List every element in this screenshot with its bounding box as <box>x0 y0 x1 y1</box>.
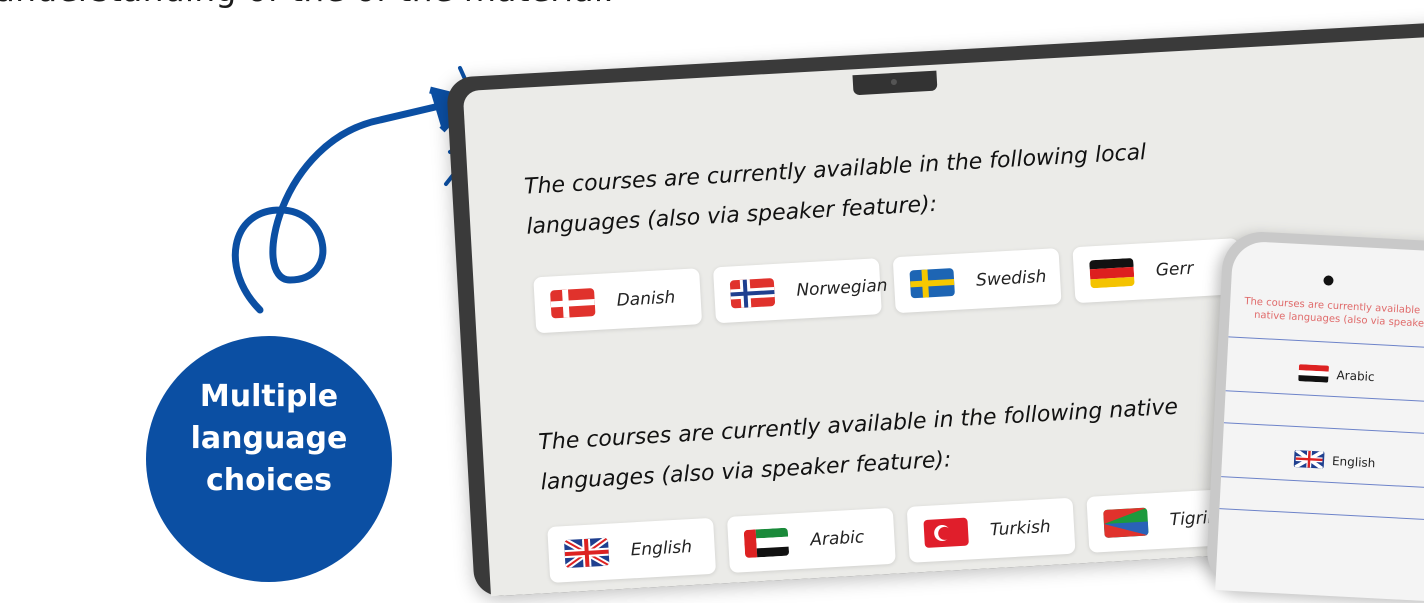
language-chip-danish[interactable]: Danish <box>533 268 703 334</box>
danish-flag-icon <box>550 288 596 319</box>
badge-line2: language <box>190 421 348 456</box>
german-flag-icon <box>1089 257 1135 289</box>
phone-divider <box>1219 508 1424 523</box>
badge-line3: choices <box>205 463 333 498</box>
phone-mockup: The courses are currently available in t… <box>1205 230 1424 603</box>
eritrean-flag-icon <box>1103 507 1149 538</box>
phone-divider <box>1221 476 1424 491</box>
local-languages-heading: The courses are currently available in t… <box>523 140 1147 240</box>
phone-heading: The courses are currently available in t… <box>1244 296 1424 331</box>
local-language-chips: Danish Norwegian Swedish Gerr <box>533 238 1242 334</box>
uae-flag-icon <box>743 527 790 559</box>
language-chip-turkish[interactable]: Turkish <box>906 497 1076 563</box>
language-chip-swedish[interactable]: Swedish <box>892 248 1062 314</box>
multiple-language-badge: Multiple language choices <box>146 336 392 582</box>
language-chip-english[interactable]: English <box>547 517 717 583</box>
badge-line1: Multiple <box>199 379 339 414</box>
phone-item-english[interactable]: English <box>1293 449 1376 471</box>
swedish-flag-icon <box>909 267 955 299</box>
phone-divider <box>1228 336 1424 351</box>
phone-item-arabic[interactable]: Arabic <box>1298 364 1375 385</box>
phone-camera <box>1323 275 1334 286</box>
uk-flag-icon <box>1293 449 1325 469</box>
language-chip-arabic[interactable]: Arabic <box>726 507 896 573</box>
phone-divider <box>1223 422 1424 437</box>
norwegian-flag-icon <box>729 278 776 309</box>
native-language-chips: English Arabic Turkish Tigrinya <box>547 487 1256 583</box>
phone-screen: The courses are currently available in t… <box>1215 240 1424 603</box>
intro-text: understanding of the of the material. <box>0 0 614 9</box>
turkish-flag-icon <box>923 517 969 548</box>
egypt-flag-icon <box>1298 364 1330 383</box>
language-chip-norwegian[interactable]: Norwegian <box>712 258 888 324</box>
uk-flag-icon <box>563 537 610 569</box>
webcam-notch <box>852 70 938 96</box>
phone-divider <box>1225 390 1424 405</box>
native-languages-heading: The courses are currently available in t… <box>537 394 1179 496</box>
language-chip-german[interactable]: Gerr <box>1072 238 1242 304</box>
